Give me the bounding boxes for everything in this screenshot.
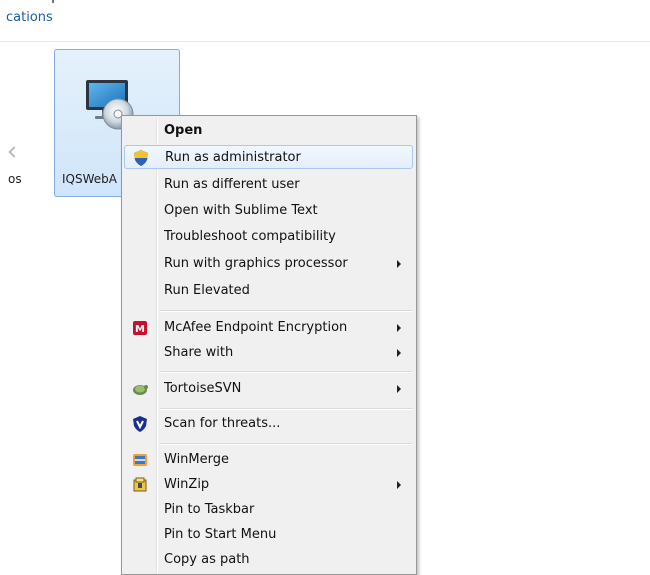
menu-label-pin-to-taskbar: Pin to Taskbar (164, 502, 255, 517)
menu-label-run-elevated: Run Elevated (164, 283, 250, 298)
context-menu: Open Run as administrator Run as differe… (121, 115, 417, 575)
menu-label-tortoisesvn: TortoiseSVN (164, 381, 242, 396)
submenu-arrow-icon (397, 481, 401, 489)
menu-item-pin-to-taskbar[interactable]: Pin to Taskbar (124, 498, 413, 522)
menu-separator (160, 310, 413, 312)
menu-label-run-with-graphics-processor: Run with graphics processor (164, 256, 348, 271)
menu-label-pin-to-start-menu: Pin to Start Menu (164, 527, 277, 542)
menu-item-open-with-sublime[interactable]: Open with Sublime Text (124, 199, 413, 223)
menu-item-share-with[interactable]: Share with (124, 341, 413, 365)
uac-shield-icon (134, 150, 148, 166)
tortoisesvn-icon (133, 385, 148, 395)
breadcrumb-fragment-mark (52, 0, 54, 3)
menu-item-mcafee-endpoint-encryption[interactable]: M McAfee Endpoint Encryption (124, 316, 413, 340)
menu-separator (160, 443, 413, 445)
menu-label-run-as-administrator: Run as administrator (165, 150, 301, 165)
menu-item-run-as-administrator[interactable]: Run as administrator (124, 145, 413, 169)
menu-label-winmerge: WinMerge (164, 452, 229, 467)
menu-item-copy-as-path[interactable]: Copy as path (124, 548, 413, 572)
menu-label-troubleshoot-compatibility: Troubleshoot compatibility (164, 229, 336, 244)
menu-label-mcafee-endpoint-encryption: McAfee Endpoint Encryption (164, 320, 348, 335)
svg-text:M: M (135, 324, 145, 335)
menu-item-pin-to-start-menu[interactable]: Pin to Start Menu (124, 523, 413, 547)
selected-file-name[interactable]: IQSWebA (62, 172, 124, 186)
menu-item-run-with-graphics-processor[interactable]: Run with graphics processor (124, 252, 413, 276)
menu-item-winzip[interactable]: WinZip (124, 473, 413, 497)
menu-label-open: Open (164, 123, 203, 138)
winmerge-icon (133, 454, 147, 466)
left-file-label[interactable]: os (8, 172, 22, 186)
menu-separator (160, 371, 413, 373)
menu-label-scan-for-threats: Scan for threats... (164, 416, 281, 431)
submenu-arrow-icon (397, 385, 401, 393)
menu-item-tortoisesvn[interactable]: TortoiseSVN (124, 377, 413, 401)
collapsed-item-icon (8, 146, 20, 158)
menu-item-run-as-different-user[interactable]: Run as different user (124, 173, 413, 197)
menu-item-run-elevated[interactable]: Run Elevated (124, 279, 413, 303)
menu-item-scan-for-threats[interactable]: Scan for threats... (124, 412, 413, 436)
menu-label-run-as-different-user: Run as different user (164, 177, 300, 192)
menu-label-open-with-sublime: Open with Sublime Text (164, 203, 318, 218)
menu-separator (160, 408, 413, 410)
menu-label-winzip: WinZip (164, 477, 210, 492)
mcafee-icon: M (133, 321, 147, 335)
mcafee-shield-icon (133, 416, 147, 432)
menu-item-troubleshoot-compatibility[interactable]: Troubleshoot compatibility (124, 225, 413, 249)
explorer-header: cations (0, 0, 650, 42)
winzip-icon (133, 477, 147, 492)
menu-item-winmerge[interactable]: WinMerge (124, 448, 413, 472)
menu-label-share-with: Share with (164, 345, 234, 360)
submenu-arrow-icon (397, 260, 401, 268)
submenu-arrow-icon (397, 349, 401, 357)
submenu-arrow-icon (397, 324, 401, 332)
menu-item-open[interactable]: Open (124, 119, 413, 143)
breadcrumb[interactable]: cations (6, 10, 53, 25)
